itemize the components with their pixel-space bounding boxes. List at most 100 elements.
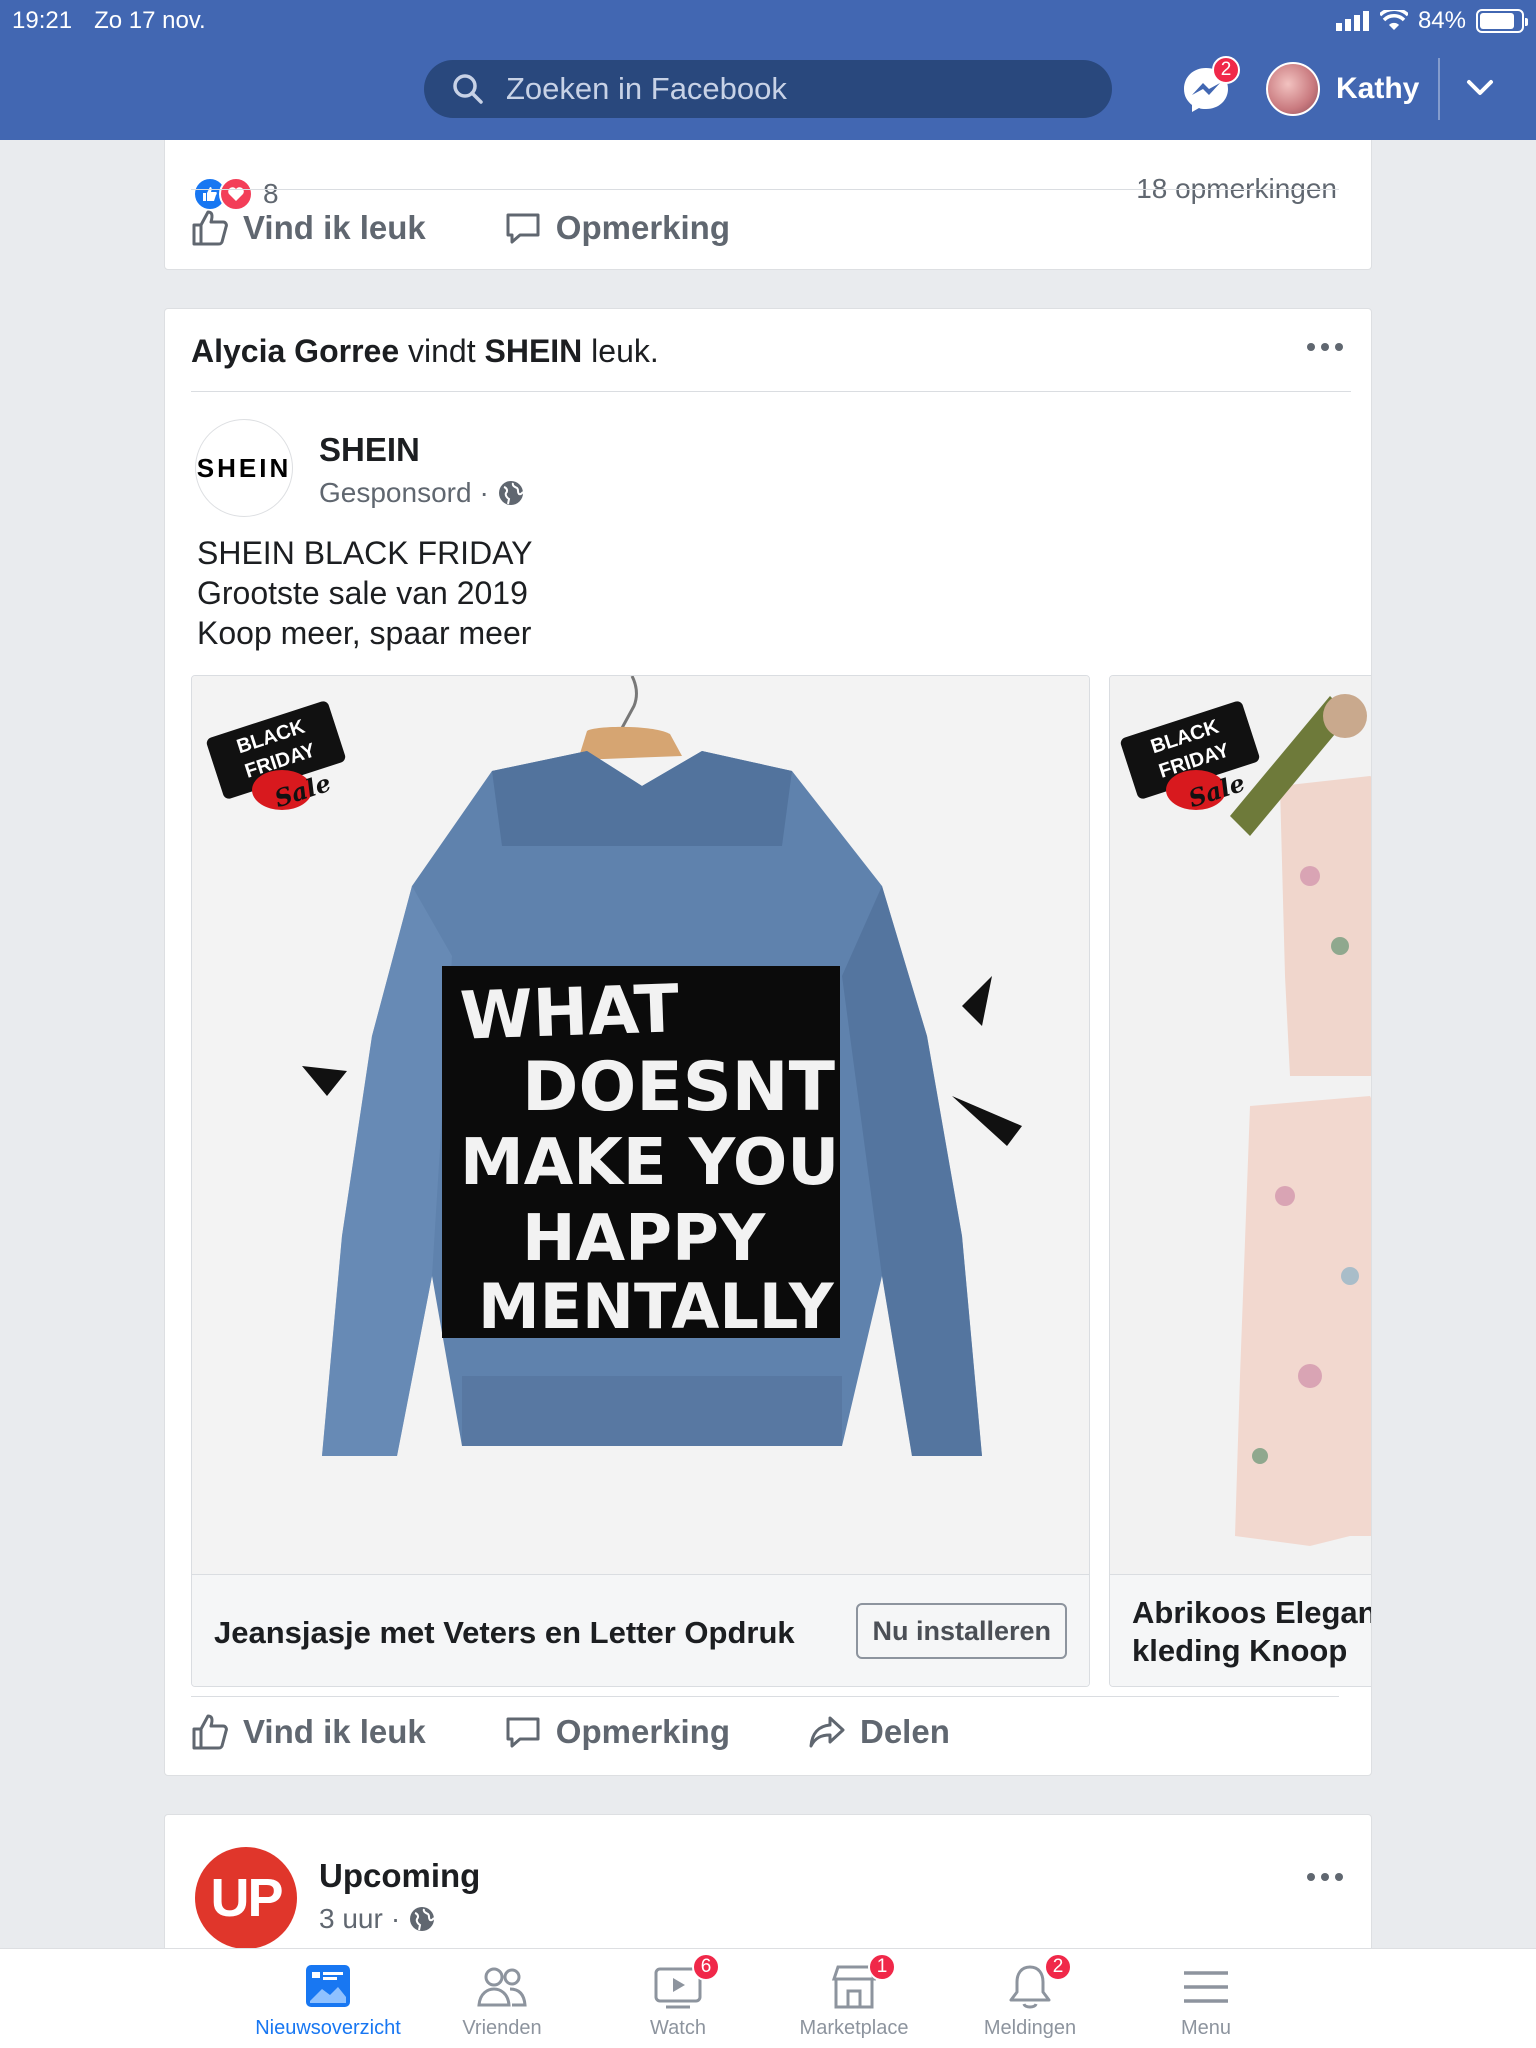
reaction-summary[interactable]: 8 — [193, 177, 279, 211]
carousel-item[interactable]: WHAT DOESNT MAKE YOU HAPPY MENTALLY BLAC… — [191, 675, 1090, 1687]
like-label: Vind ik leuk — [243, 209, 426, 246]
tab-marketplace[interactable]: 1 Marketplace — [766, 1953, 942, 2040]
post-text-line: Koop meer, spaar meer — [197, 615, 532, 651]
carousel-caption: Jeansjasje met Veters en Letter Opdruk N… — [192, 1574, 1089, 1686]
bell-icon: 2 — [1004, 1953, 1072, 2011]
product-image-pajamas[interactable]: BLACK FRIDAY Sale — [1110, 676, 1371, 1574]
carousel-item[interactable]: BLACK FRIDAY Sale Abrikoos Elegan kledin… — [1109, 675, 1371, 1687]
post-text: SHEIN BLACK FRIDAY Grootste sale van 201… — [197, 533, 532, 653]
tab-label: Menu — [1180, 2017, 1232, 2039]
share-label: Delen — [860, 1713, 950, 1750]
post-time[interactable]: 3 uur — [319, 1903, 383, 1935]
divider — [191, 1696, 1339, 1697]
social-context: Alycia Gorree vindt SHEIN leuk. — [191, 333, 659, 370]
comment-button[interactable]: Opmerking — [504, 1713, 730, 1751]
tab-friends[interactable]: Vrienden — [414, 1963, 590, 2040]
liked-verb: vindt — [408, 333, 476, 369]
like-button[interactable]: Vind ik leuk — [191, 209, 426, 247]
tab-menu[interactable]: Menu — [1118, 1963, 1294, 2040]
divider — [191, 189, 1339, 190]
sponsored-text: Gesponsord — [319, 477, 472, 508]
battery-icon — [1476, 9, 1528, 33]
comment-label: Opmerking — [555, 1713, 730, 1750]
comment-label: Opmerking — [555, 209, 730, 246]
messenger-button[interactable]: 2 — [1182, 56, 1240, 114]
search-input[interactable]: Zoeken in Facebook — [424, 60, 1112, 118]
tab-news-feed[interactable]: Nieuwsoverzicht — [240, 1963, 416, 2040]
product-image-jacket[interactable]: WHAT DOESNT MAKE YOU HAPPY MENTALLY BLAC… — [192, 676, 1089, 1574]
jacket-print: WHAT DOESNT MAKE YOU HAPPY MENTALLY — [442, 966, 840, 1343]
liked-suffix: leuk. — [591, 333, 659, 369]
sponsored-label: Gesponsord · — [319, 477, 525, 509]
jacket-print-line: MENTALLY — [478, 1270, 834, 1343]
tab-label: Watch — [650, 2017, 706, 2039]
messenger-badge: 2 — [1212, 56, 1240, 84]
tab-watch[interactable]: 6 Watch — [590, 1953, 766, 2040]
news-feed-icon — [302, 1963, 354, 2011]
thumbs-up-icon — [192, 1714, 228, 1750]
marketplace-icon: 1 — [828, 1953, 896, 2011]
like-button[interactable]: Vind ik leuk — [191, 1713, 426, 1751]
notifications-badge: 2 — [1044, 1953, 1072, 1981]
separator-dot: · — [479, 477, 489, 508]
sponsored-post-card: Alycia Gorree vindt SHEIN leuk. SHEIN SH… — [164, 308, 1372, 1776]
more-options-icon[interactable] — [1307, 1873, 1343, 1881]
friend-name[interactable]: Alycia Gorree — [191, 333, 399, 369]
tab-label: Meldingen — [983, 2017, 1077, 2039]
share-icon — [809, 1716, 845, 1748]
jacket-print-line: DOESNT — [522, 1048, 835, 1127]
love-reaction-icon — [219, 177, 253, 211]
thumbs-up-icon — [192, 210, 228, 246]
like-label: Vind ik leuk — [243, 1713, 426, 1750]
jacket-print-line: MAKE YOU — [460, 1126, 840, 1200]
status-bar: 19:21 Zo 17 nov. 84% — [12, 6, 1528, 36]
wifi-icon — [1379, 10, 1408, 30]
product-title[interactable]: Jeansjasje met Veters en Letter Opdruk — [214, 1615, 795, 1651]
liked-page-name[interactable]: SHEIN — [484, 333, 582, 369]
comment-icon — [506, 1717, 540, 1748]
watch-badge: 6 — [692, 1953, 720, 1981]
marketplace-badge: 1 — [868, 1953, 896, 1981]
page-logo[interactable]: UP — [195, 1847, 297, 1949]
watch-icon: 6 — [652, 1953, 720, 2011]
globe-icon — [498, 481, 524, 505]
reaction-count: 8 — [263, 178, 279, 209]
post-text-line: SHEIN BLACK FRIDAY — [197, 535, 533, 571]
search-icon — [453, 74, 483, 104]
menu-icon — [1180, 1963, 1232, 2011]
chevron-down-icon[interactable] — [1466, 78, 1494, 98]
profile-avatar[interactable] — [1266, 62, 1320, 116]
separator-dot: · — [390, 1903, 401, 1934]
search-placeholder: Zoeken in Facebook — [506, 71, 787, 106]
share-button[interactable]: Delen — [808, 1713, 950, 1751]
install-button[interactable]: Nu installeren — [856, 1603, 1067, 1659]
comment-button[interactable]: Opmerking — [504, 209, 730, 247]
tab-notifications[interactable]: 2 Meldingen — [942, 1953, 1118, 2040]
post-meta: 3 uur · — [319, 1903, 436, 1935]
bottom-tab-bar: Nieuwsoverzicht Vrienden 6 Watch 1 Marke… — [0, 1948, 1536, 2048]
header-divider — [1438, 58, 1440, 120]
globe-icon — [410, 1907, 435, 1931]
page-name[interactable]: SHEIN — [319, 431, 420, 469]
comment-icon — [506, 213, 540, 244]
post-text-line: Grootste sale van 2019 — [197, 575, 528, 611]
friends-icon — [476, 1963, 528, 2011]
divider — [191, 391, 1351, 392]
profile-name[interactable]: Kathy — [1336, 72, 1419, 106]
post-actions: Vind ik leuk Opmerking Delen — [191, 1713, 1028, 1751]
pajamas-illustration — [1110, 676, 1371, 1574]
battery-percentage: 84% — [1417, 7, 1466, 34]
page-name[interactable]: Upcoming — [319, 1857, 480, 1895]
jacket-print-line: WHAT — [458, 970, 681, 1055]
product-title[interactable]: Abrikoos Elegan — [1132, 1595, 1371, 1631]
jacket-print-line: HAPPY — [522, 1202, 766, 1276]
status-date: Zo 17 nov. — [94, 7, 206, 34]
tab-label: Nieuwsoverzicht — [255, 2017, 401, 2039]
more-options-icon[interactable] — [1307, 343, 1343, 351]
black-friday-badge: BLACK FRIDAY Sale — [1119, 699, 1261, 813]
post-actions: Vind ik leuk Opmerking — [191, 209, 808, 247]
tab-label: Vrienden — [462, 2017, 542, 2039]
product-title[interactable]: kleding Knoop — [1132, 1633, 1347, 1669]
page-logo[interactable]: SHEIN — [195, 419, 293, 517]
status-time: 19:21 — [12, 7, 73, 34]
